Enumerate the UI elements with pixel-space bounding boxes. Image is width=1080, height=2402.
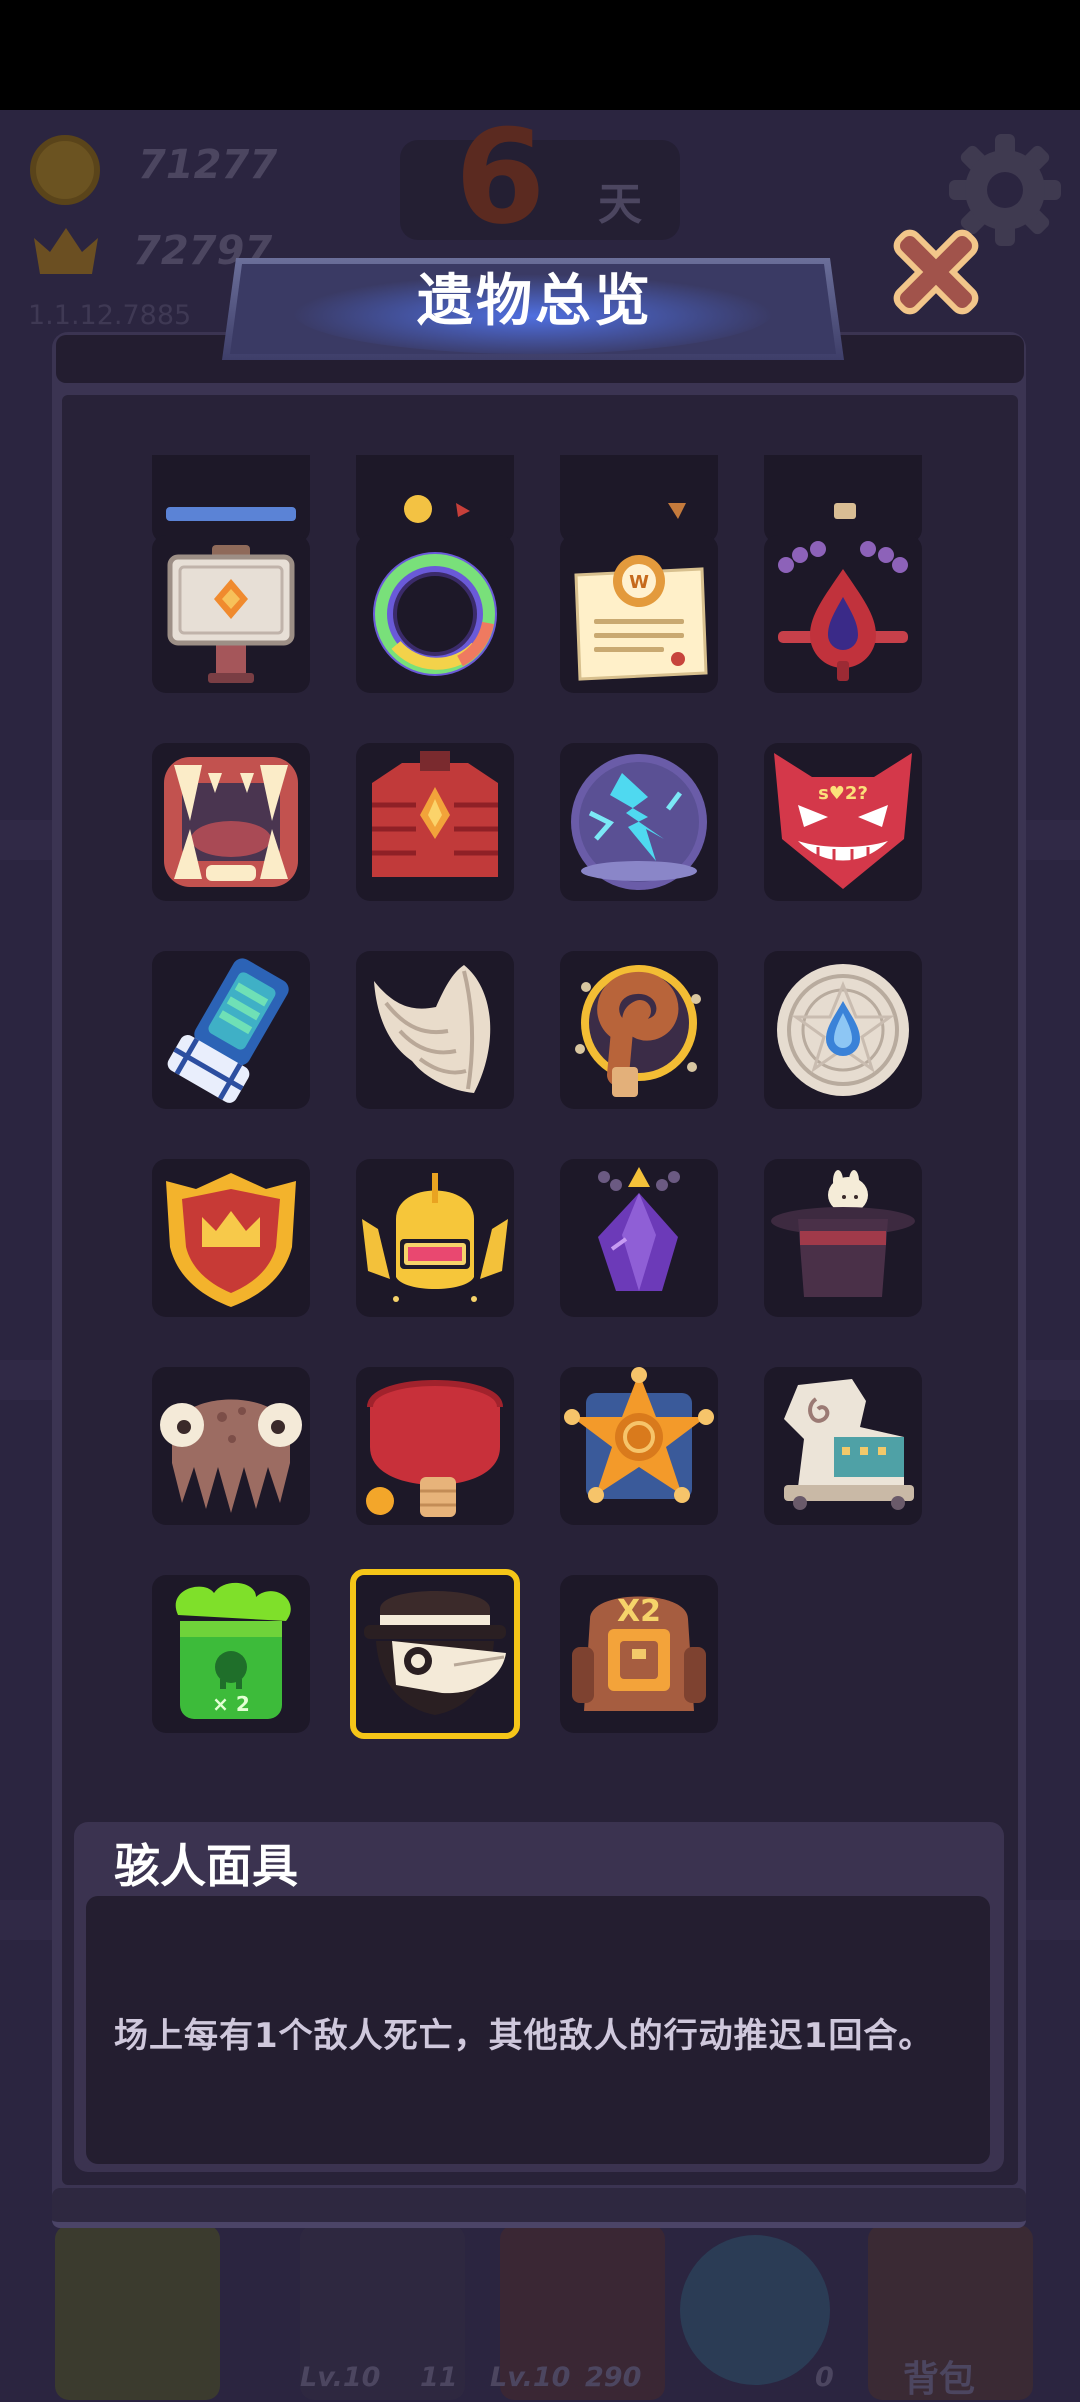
trojan-horse-icon [784, 1379, 914, 1510]
stone-signpost-icon [167, 545, 295, 683]
relic-slot[interactable] [356, 1159, 514, 1317]
day-unit: 天 [598, 179, 642, 230]
relic-slot[interactable] [560, 1367, 718, 1525]
relic-slot[interactable] [356, 535, 514, 693]
relic-slot[interactable] [764, 951, 922, 1109]
golden-knight-helmet-icon [362, 1173, 508, 1302]
relic-slot[interactable] [152, 455, 310, 543]
crown-icon [34, 228, 98, 274]
skill-level-label: Lv.10 [300, 2362, 381, 2393]
relic-slot[interactable]: × 2 [152, 1575, 310, 1733]
relic-slot[interactable] [152, 743, 310, 901]
relic-slot-selected[interactable] [350, 1569, 520, 1739]
partial-brown-relic-icon [668, 503, 686, 519]
partial-gold-relic-icon [404, 495, 470, 523]
close-button[interactable] [876, 212, 996, 332]
status-bar [0, 0, 1080, 110]
relic-slot[interactable] [560, 1159, 718, 1317]
relic-grid[interactable]: W s♥2? × 2 X2 [62, 455, 1018, 1765]
blood-drop-necklace-icon [778, 541, 908, 681]
relic-slot[interactable] [764, 535, 922, 693]
relic-slot[interactable] [152, 1159, 310, 1317]
plague-mask-icon [364, 1591, 506, 1715]
lightning-orb-icon [571, 754, 707, 890]
relic-slot[interactable] [560, 455, 718, 543]
target-button [680, 2235, 830, 2385]
relic-slot[interactable] [356, 743, 514, 901]
skill-count-label: 11 [420, 2362, 458, 2393]
dialog-bottom-bar [52, 2188, 1026, 2228]
spiral-staff-icon [575, 965, 701, 1097]
sheriff-star-badge-icon [564, 1367, 714, 1503]
magic-top-hat-icon [771, 1170, 915, 1297]
relic-slot[interactable]: X2 [560, 1575, 718, 1733]
partial-blue-relic-icon [166, 507, 296, 521]
day-number: 6 [455, 101, 546, 253]
certificate-scroll-icon: W [574, 555, 708, 681]
ping-pong-paddle-icon [366, 1380, 503, 1517]
crown-shield-icon [166, 1173, 296, 1307]
skill-count-label: 290 [585, 2362, 642, 2393]
hero-card [55, 2225, 220, 2400]
relic-slot[interactable] [356, 951, 514, 1109]
partial-tan-relic-icon [834, 503, 856, 519]
relic-slot[interactable]: W [560, 535, 718, 693]
toxic-jar-x2-icon: × 2 [175, 1582, 291, 1719]
relic-slot[interactable] [764, 1367, 922, 1525]
backpack-x2-icon: X2 [572, 1594, 706, 1711]
relic-slot[interactable] [764, 1159, 922, 1317]
fanged-mouth-icon [164, 757, 298, 887]
relic-slot[interactable] [356, 455, 514, 543]
blue-gauntlet-icon [167, 958, 289, 1103]
relic-slot[interactable]: s♥2? [764, 743, 922, 901]
relic-slot[interactable] [152, 951, 310, 1109]
relic-name: 骇人面具 [114, 1839, 298, 1893]
purple-crystal-amulet-icon [598, 1167, 680, 1291]
target-count-label: 0 [815, 2362, 834, 2393]
relic-slot[interactable] [152, 1367, 310, 1525]
relic-slot[interactable] [356, 1367, 514, 1525]
relic-slot[interactable] [560, 951, 718, 1109]
rainbow-ring-icon [373, 552, 497, 676]
relic-slot[interactable] [152, 535, 310, 693]
relic-slot-label: X2 [617, 1594, 661, 1629]
angel-wing-icon [374, 965, 491, 1093]
version-label: 1.1.12.7885 [28, 300, 192, 331]
relic-slot-label: × 2 [212, 1692, 250, 1716]
red-armor-icon [372, 751, 498, 877]
water-rune-plate-icon [777, 964, 909, 1096]
relic-slot[interactable] [764, 455, 922, 543]
svg-text:W: W [629, 572, 649, 593]
skill-level-label: Lv.10 [490, 2362, 571, 2393]
backpack-label: 背包 [903, 2359, 976, 2400]
coin-icon [30, 135, 100, 205]
dialog-title: 遗物总览 [417, 269, 653, 334]
relic-description: 场上每有1个敌人死亡，其他敌人的行动推迟1回合。 [114, 2016, 934, 2056]
octopus-icon [160, 1399, 302, 1513]
svg-text:s♥2?: s♥2? [818, 783, 868, 804]
demon-mask-icon: s♥2? [774, 753, 912, 889]
relic-slot[interactable] [560, 743, 718, 901]
coin-count: 71277 [138, 142, 278, 188]
